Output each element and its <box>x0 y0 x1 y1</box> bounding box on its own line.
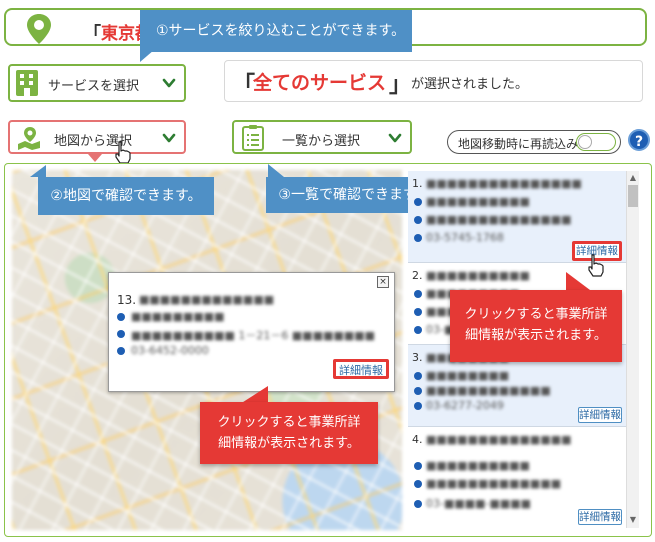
map-select-active-caret <box>88 154 102 162</box>
map-pin-icon <box>27 14 51 44</box>
popup-line1: ■■■■■■■■■ <box>131 310 225 323</box>
category-icon <box>117 313 125 321</box>
address-icon <box>414 387 422 395</box>
list-item-line2: ■■■■■■■■■■■■■ <box>426 477 562 490</box>
map-tooltip-tail <box>30 165 46 177</box>
pointer-hand-icon <box>115 141 131 164</box>
list-item-line1: ■■■■■■■■■■ <box>426 459 530 472</box>
address-icon <box>414 308 422 316</box>
list-item-number: 2. <box>412 269 423 282</box>
address-icon <box>414 480 422 488</box>
list-item-name: ■■■■■■■■■■■■■■ <box>426 433 572 446</box>
list-item[interactable]: 4. ■■■■■■■■■■■■■■ ■■■■■■■■■■ ■■■■■■■■■■■… <box>408 427 626 528</box>
list-item-line2: ■■■■■■■■■■■■■■ <box>426 213 572 226</box>
detail-list-callout: クリックすると事業所詳 細情報が表示されます。 <box>450 290 622 362</box>
reload-on-move-toggle[interactable]: 地図移動時に再読込み <box>447 130 621 154</box>
chevron-down-icon <box>162 78 176 88</box>
list-item-line3: 03-6277-2049 <box>426 399 504 412</box>
phone-icon <box>414 500 422 508</box>
list-item-number: 3. <box>412 351 423 364</box>
phone-icon <box>414 234 422 242</box>
phone-icon <box>414 326 422 334</box>
filter-tooltip: ①サービスを絞り込むことができます。 <box>140 10 412 52</box>
help-icon[interactable]: ? <box>628 129 650 151</box>
toggle-switch[interactable] <box>576 133 616 151</box>
category-icon <box>414 198 422 206</box>
list-item-name: ■■■■■■■■■■■■■■■ <box>426 177 582 190</box>
chevron-down-icon <box>162 133 176 143</box>
map-select-button[interactable]: 地図から選択 <box>8 120 186 154</box>
popup-line2: ■■■■■■■■■■ 1－21－6 ■■■■■■■■ <box>131 329 376 342</box>
selected-bracket-open: 「 <box>233 73 256 98</box>
category-icon <box>414 462 422 470</box>
location-bracket-open: 「 <box>84 24 101 44</box>
detail-list-callout-tail <box>566 272 590 290</box>
scroll-thumb[interactable] <box>628 185 638 207</box>
service-select-button[interactable]: サービスを選択 <box>8 64 186 102</box>
list-icon <box>242 125 264 151</box>
list-item-line3: 03-5745-1768 <box>426 231 504 244</box>
selected-service-display: 「 全てのサービス 」 が選択されました。 <box>224 60 643 102</box>
list-item-line1: ■■■■■■■■■■ <box>426 195 530 208</box>
close-icon[interactable]: × <box>377 276 389 288</box>
service-select-label: サービスを選択 <box>48 79 140 94</box>
list-item-number: 4. <box>412 433 423 446</box>
popup-facility-name: ■■■■■■■■■■■■■ <box>139 293 275 306</box>
map-tooltip: ②地図で確認できます。 <box>38 177 214 215</box>
selected-service-name: 全てのサービス <box>253 72 387 94</box>
selected-bracket-close: 」 <box>389 73 412 98</box>
list-select-button[interactable]: 一覧から選択 <box>232 120 412 154</box>
map-info-popup: × 13. ■■■■■■■■■■■■■ ■■■■■■■■■ ■■■■■■■■■■… <box>108 272 395 392</box>
category-icon <box>414 290 422 298</box>
list-scrollbar[interactable]: ▲ ▼ <box>626 171 639 528</box>
phone-icon <box>117 347 125 355</box>
phone-icon <box>414 402 422 410</box>
toggle-knob <box>578 135 592 149</box>
list-tooltip-tail <box>268 164 284 177</box>
chevron-down-icon <box>388 133 402 143</box>
category-icon <box>414 372 422 380</box>
popup-detail-button[interactable]: 詳細情報 <box>333 359 389 379</box>
detail-map-callout: クリックすると事業所詳 細情報が表示されます。 <box>200 402 378 464</box>
list-item-number: 1. <box>412 177 423 190</box>
popup-number: 13. <box>117 293 137 307</box>
map-icon <box>18 127 40 150</box>
selected-service-suffix: が選択されました。 <box>411 77 529 92</box>
scroll-down-icon[interactable]: ▼ <box>627 514 639 526</box>
popup-line3: 03-6452-0000 <box>131 344 209 357</box>
reload-label: 地図移動時に再読込み <box>458 137 579 151</box>
list-item-line2: ■■■■■■■■■■■■ <box>426 384 551 397</box>
address-icon <box>414 216 422 224</box>
scroll-up-icon[interactable]: ▲ <box>627 172 639 184</box>
building-icon <box>16 70 38 96</box>
list-detail-button[interactable]: 詳細情報 <box>578 407 622 423</box>
list-item-name: ■■■■■■■■■■ <box>426 269 530 282</box>
list-item-line3: 03-■■■■-■■■■ <box>426 497 532 510</box>
address-icon <box>117 330 125 338</box>
filter-tooltip-tail <box>140 50 154 62</box>
list-item-line1: ■■■■■■■■ <box>426 369 510 382</box>
list-select-label: 一覧から選択 <box>282 134 361 149</box>
list-detail-button[interactable]: 詳細情報 <box>578 509 622 525</box>
list-item[interactable]: 1. ■■■■■■■■■■■■■■■ ■■■■■■■■■■ ■■■■■■■■■■… <box>408 171 626 263</box>
